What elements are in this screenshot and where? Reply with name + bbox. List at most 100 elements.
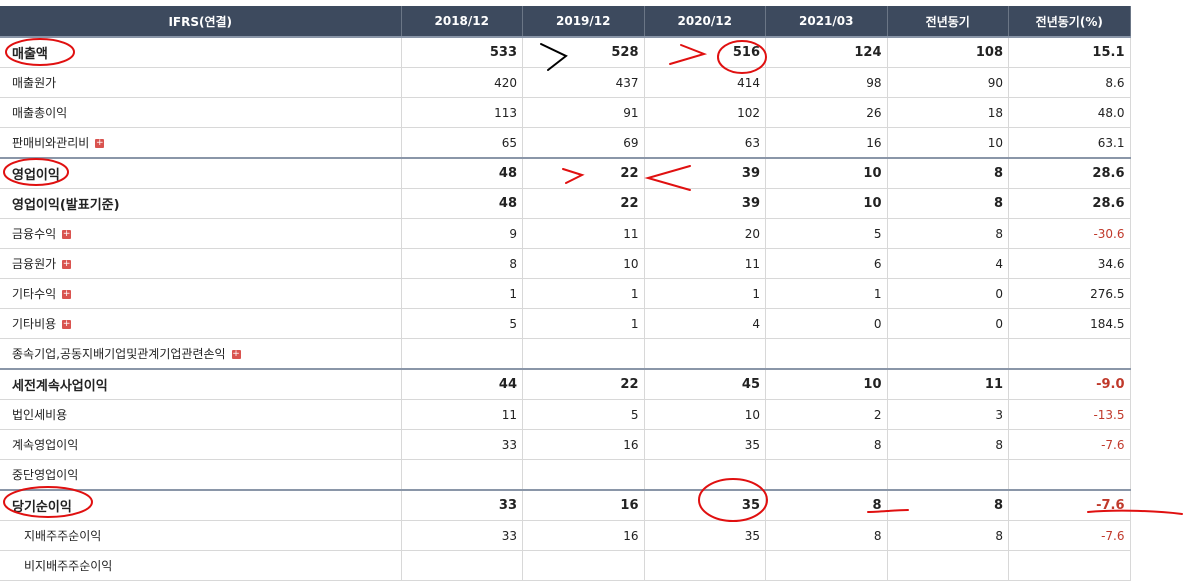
expand-plus-icon[interactable]: +	[62, 260, 72, 269]
table-row: 당기순이익 33 16 35 8 8 -7.6	[0, 489, 1131, 521]
value-cell: 8	[765, 489, 888, 521]
value-cell: 4	[644, 308, 766, 339]
value-cell: 10	[765, 188, 888, 219]
table-row: 매출원가 420 437 414 98 90 8.6	[0, 67, 1131, 98]
value-cell	[765, 550, 888, 581]
value-cell: 63	[644, 127, 766, 159]
row-label: 계속영업이익	[12, 438, 79, 452]
header-prev-year: 전년동기	[887, 6, 1009, 37]
value-cell: 9	[401, 218, 523, 249]
expand-plus-icon[interactable]: +	[231, 350, 241, 359]
value-cell: 11	[644, 248, 766, 279]
value-cell: 69	[522, 127, 645, 159]
row-label: 금융수익	[12, 227, 57, 241]
value-cell: 28.6	[1008, 188, 1131, 219]
row-label: 판매비와관리비	[12, 136, 90, 150]
row-label: 당기순이익	[12, 500, 72, 515]
value-cell: 16	[765, 127, 888, 159]
value-cell: -7.6	[1008, 520, 1131, 551]
row-label: 기타비용	[12, 317, 57, 331]
value-cell: 533	[401, 36, 523, 68]
header-2020-12: 2020/12	[644, 6, 766, 37]
row-label-cell: 당기순이익	[0, 489, 402, 521]
table-row: 계속영업이익 33 16 35 8 8 -7.6	[0, 429, 1131, 460]
value-cell: 1	[401, 278, 523, 309]
value-cell: 91	[522, 97, 645, 128]
table-row: 법인세비용 11 5 10 2 3 -13.5	[0, 399, 1131, 430]
value-cell: 8	[887, 218, 1009, 249]
table-row: 금융수익 +9 11 20 5 8 -30.6	[0, 218, 1131, 249]
value-cell: 437	[522, 67, 645, 98]
row-label-cell: 비지배주주순이익	[0, 550, 402, 581]
value-cell: 44	[401, 368, 523, 400]
row-label: 매출액	[12, 47, 48, 62]
expand-plus-icon[interactable]: +	[62, 320, 72, 329]
row-label-cell: 기타수익 +	[0, 278, 402, 309]
value-cell	[765, 338, 888, 370]
row-label: 매출원가	[12, 76, 57, 90]
row-label-cell: 판매비와관리비 +	[0, 127, 402, 159]
value-cell: 420	[401, 67, 523, 98]
value-cell: 35	[644, 429, 766, 460]
value-cell: 16	[522, 520, 645, 551]
value-cell	[1008, 338, 1131, 370]
row-label: 법인세비용	[12, 408, 68, 422]
expand-plus-icon[interactable]: +	[62, 230, 72, 239]
value-cell: 11	[887, 368, 1009, 400]
value-cell: 63.1	[1008, 127, 1131, 159]
row-label-cell: 기타비용 +	[0, 308, 402, 339]
value-cell: 11	[522, 218, 645, 249]
row-label: 세전계속사업이익	[12, 379, 108, 394]
value-cell: -7.6	[1008, 489, 1131, 521]
value-cell: 8	[887, 188, 1009, 219]
row-label-cell: 지배주주순이익	[0, 520, 402, 551]
value-cell	[887, 459, 1009, 491]
value-cell: 276.5	[1008, 278, 1131, 309]
value-cell: 22	[522, 157, 645, 189]
value-cell: 8	[887, 520, 1009, 551]
header-prev-year-pct: 전년동기(%)	[1008, 6, 1131, 37]
row-label-cell: 법인세비용	[0, 399, 402, 430]
value-cell: 16	[522, 429, 645, 460]
value-cell: -30.6	[1008, 218, 1131, 249]
table-row: 세전계속사업이익 44 22 45 10 11 -9.0	[0, 368, 1131, 400]
value-cell: 34.6	[1008, 248, 1131, 279]
value-cell	[887, 550, 1009, 581]
value-cell	[644, 338, 766, 370]
value-cell: 45	[644, 368, 766, 400]
value-cell: 8.6	[1008, 67, 1131, 98]
table-row: 지배주주순이익 33 16 35 8 8 -7.6	[0, 520, 1131, 551]
value-cell: 39	[644, 157, 766, 189]
expand-plus-icon[interactable]: +	[62, 290, 72, 299]
row-label-cell: 영업이익	[0, 157, 402, 189]
header-2021-03: 2021/03	[765, 6, 888, 37]
value-cell: 33	[401, 489, 523, 521]
row-label-cell: 금융원가 +	[0, 248, 402, 279]
table-row: 종속기업,공동지배기업및관계기업관련손익 +	[0, 338, 1131, 370]
value-cell: 22	[522, 188, 645, 219]
row-label-cell: 매출원가	[0, 67, 402, 98]
value-cell: -9.0	[1008, 368, 1131, 400]
row-label: 기타수익	[12, 287, 57, 301]
row-label: 중단영업이익	[12, 468, 79, 482]
value-cell: 98	[765, 67, 888, 98]
row-label-cell: 매출액	[0, 36, 402, 68]
header-ifrs: IFRS(연결)	[0, 6, 402, 37]
value-cell	[765, 459, 888, 491]
value-cell: 4	[887, 248, 1009, 279]
value-cell: 1	[522, 278, 645, 309]
row-label: 종속기업,공동지배기업및관계기업관련손익	[12, 347, 226, 361]
value-cell: 48	[401, 157, 523, 189]
value-cell: 0	[887, 308, 1009, 339]
value-cell: -13.5	[1008, 399, 1131, 430]
expand-plus-icon[interactable]: +	[95, 139, 105, 148]
header-2019-12: 2019/12	[522, 6, 645, 37]
value-cell: 33	[401, 429, 523, 460]
row-label-cell: 중단영업이익	[0, 459, 402, 491]
value-cell: 48.0	[1008, 97, 1131, 128]
value-cell: 2	[765, 399, 888, 430]
value-cell: 0	[887, 278, 1009, 309]
value-cell: 22	[522, 368, 645, 400]
value-cell: 3	[887, 399, 1009, 430]
table-row: 영업이익(발표기준) 48 22 39 10 8 28.6	[0, 188, 1131, 219]
